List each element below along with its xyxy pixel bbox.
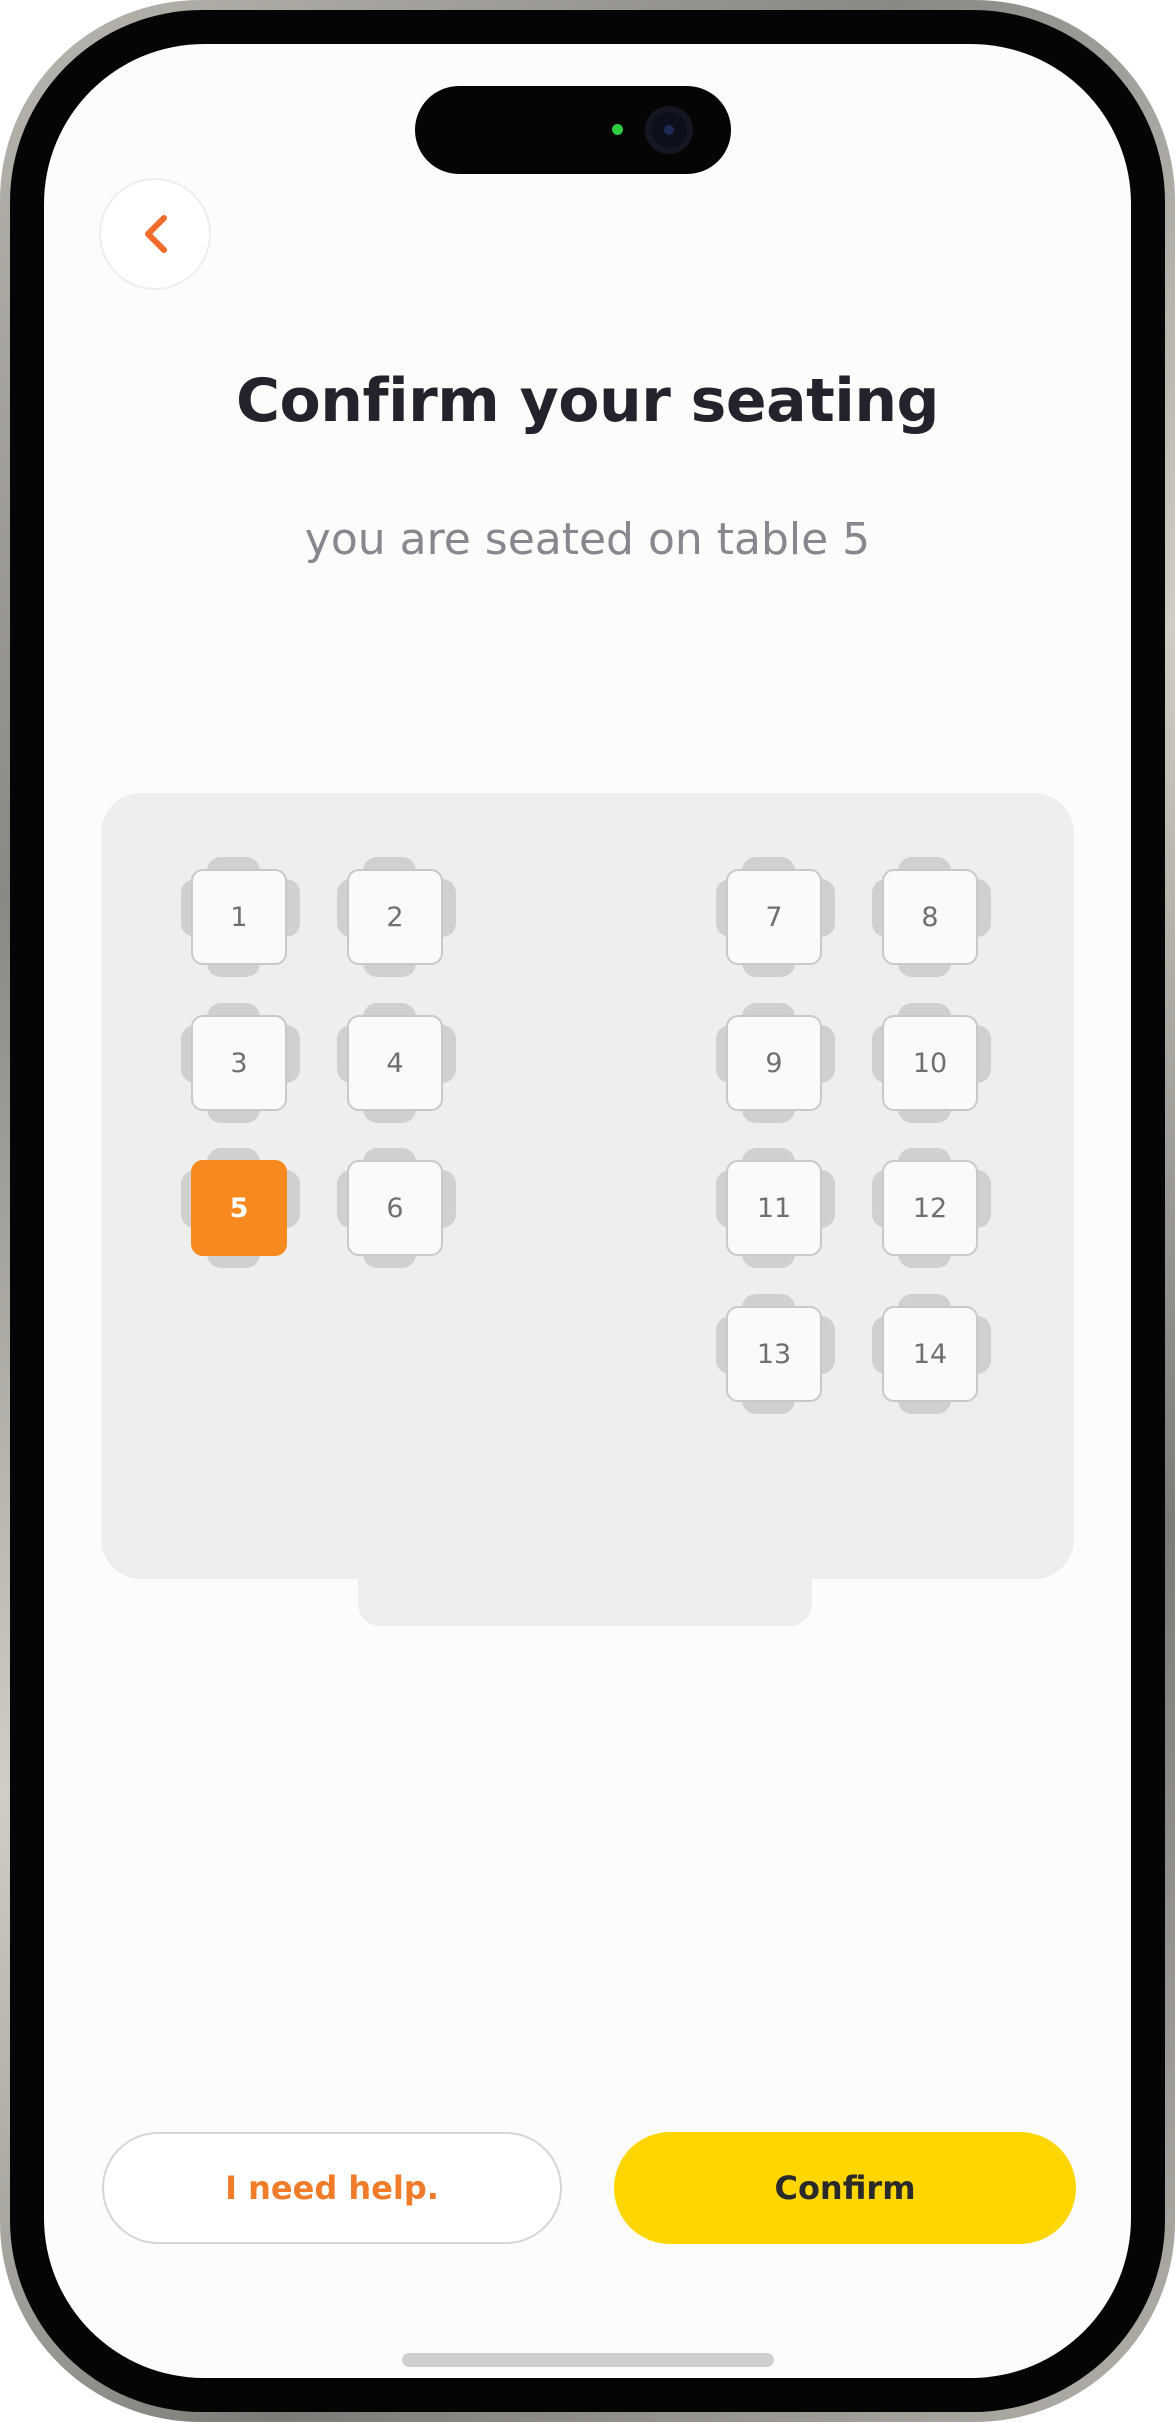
table-8[interactable]: 8 xyxy=(872,857,992,977)
home-indicator[interactable] xyxy=(402,2353,774,2367)
table-1[interactable]: 1 xyxy=(181,857,301,977)
table-number: 12 xyxy=(882,1160,978,1256)
table-10[interactable]: 10 xyxy=(872,1003,992,1123)
table-7[interactable]: 7 xyxy=(716,857,836,977)
confirm-button[interactable]: Confirm xyxy=(614,2132,1076,2244)
table-12[interactable]: 12 xyxy=(872,1148,992,1268)
camera-indicator-icon xyxy=(612,124,623,135)
app-screen: Confirm your seating you are seated on t… xyxy=(44,44,1131,2378)
table-number: 1 xyxy=(191,869,287,965)
table-13[interactable]: 13 xyxy=(716,1294,836,1414)
table-number: 5 xyxy=(191,1160,287,1256)
dynamic-island xyxy=(415,86,731,174)
table-number: 3 xyxy=(191,1015,287,1111)
table-5-selected[interactable]: 5 xyxy=(181,1148,301,1268)
table-number: 2 xyxy=(347,869,443,965)
table-3[interactable]: 3 xyxy=(181,1003,301,1123)
table-number: 14 xyxy=(882,1306,978,1402)
table-number: 4 xyxy=(347,1015,443,1111)
table-number: 11 xyxy=(726,1160,822,1256)
help-button[interactable]: I need help. xyxy=(102,2132,562,2244)
table-6[interactable]: 6 xyxy=(337,1148,457,1268)
table-11[interactable]: 11 xyxy=(716,1148,836,1268)
table-number: 10 xyxy=(882,1015,978,1111)
chevron-left-icon xyxy=(145,215,167,253)
page-subtitle: you are seated on table 5 xyxy=(304,514,871,565)
table-4[interactable]: 4 xyxy=(337,1003,457,1123)
table-2[interactable]: 2 xyxy=(337,857,457,977)
table-9[interactable]: 9 xyxy=(716,1003,836,1123)
back-button[interactable] xyxy=(99,178,211,290)
page-title: Confirm your seating xyxy=(236,366,939,436)
table-number: 9 xyxy=(726,1015,822,1111)
table-number: 6 xyxy=(347,1160,443,1256)
table-number: 8 xyxy=(882,869,978,965)
floor-plan-entrance xyxy=(358,1524,812,1626)
table-number: 7 xyxy=(726,869,822,965)
table-number: 13 xyxy=(726,1306,822,1402)
table-14[interactable]: 14 xyxy=(872,1294,992,1414)
front-camera-icon xyxy=(645,106,693,154)
